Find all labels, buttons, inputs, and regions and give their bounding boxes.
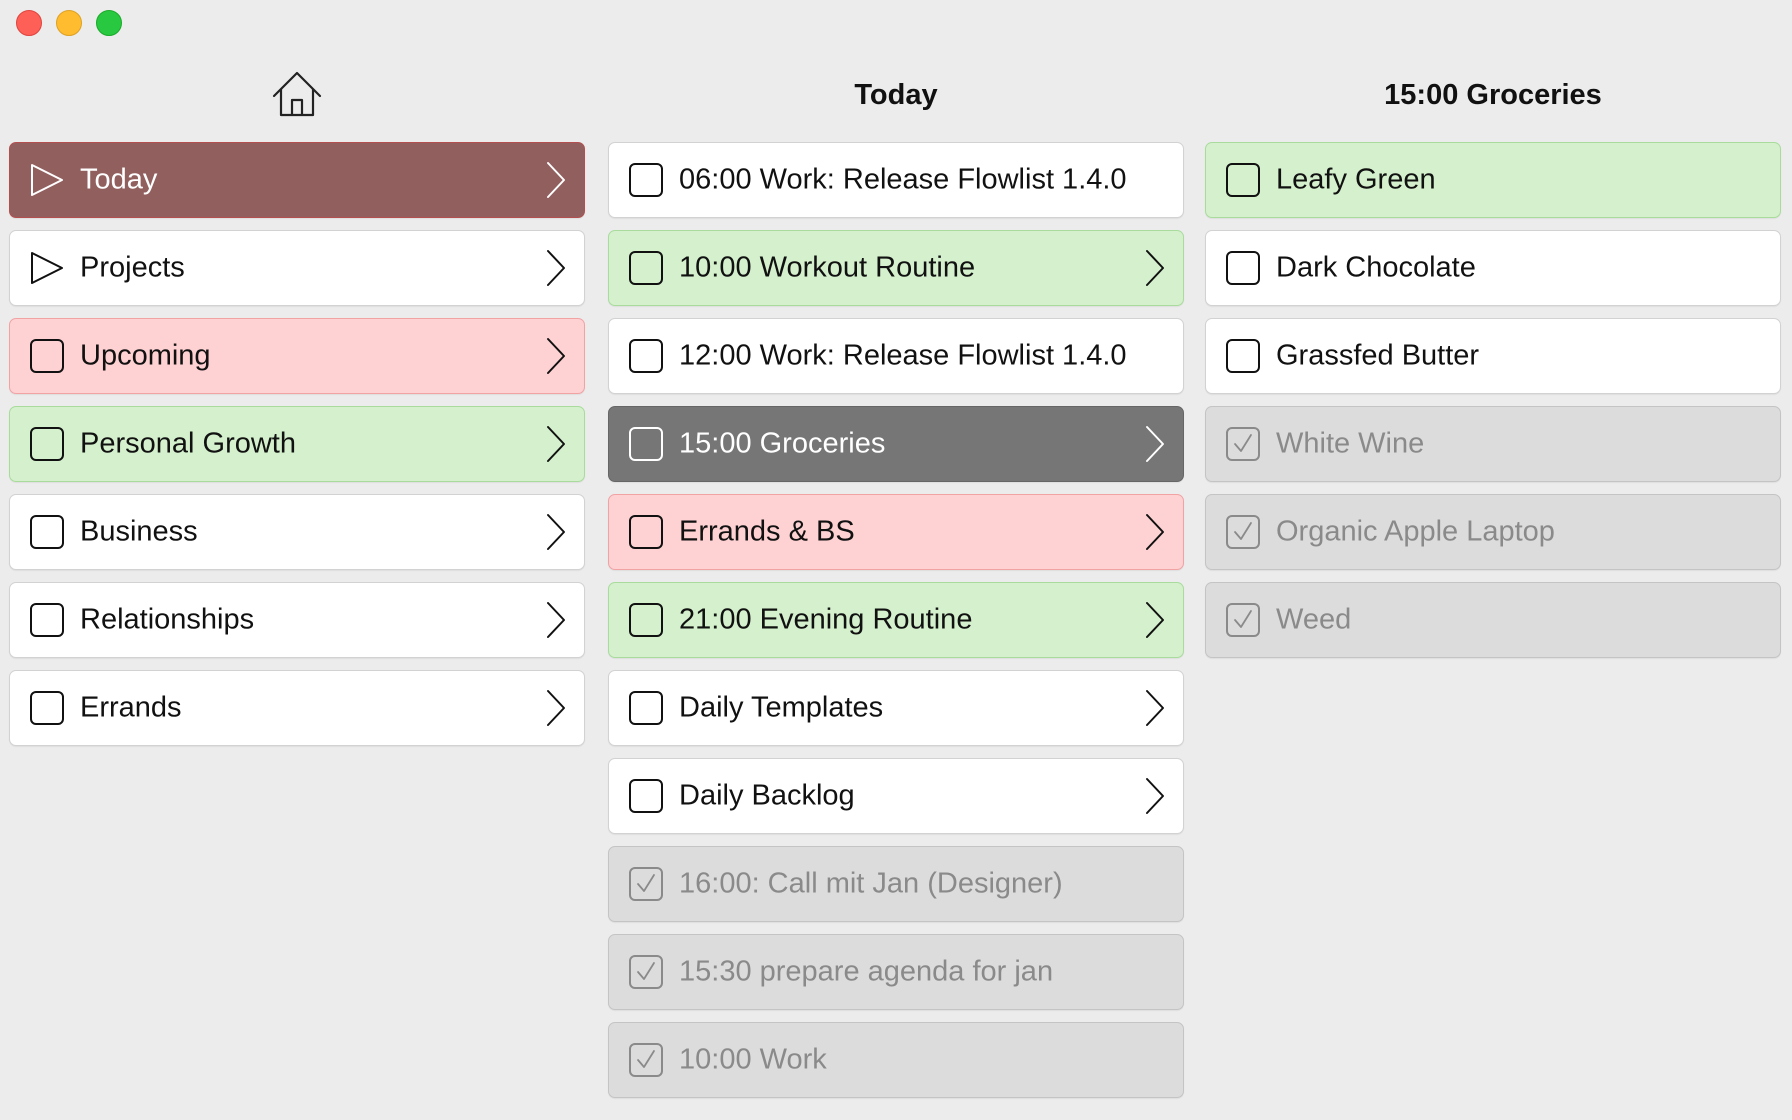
window-controls bbox=[16, 10, 122, 36]
checkbox-icon[interactable] bbox=[1225, 162, 1261, 198]
list-item-label: Projects bbox=[80, 251, 185, 284]
list-item-label: 21:00 Evening Routine bbox=[679, 603, 973, 636]
list-item-label: 10:00 Work bbox=[679, 1043, 827, 1076]
list-item-label: 12:00 Work: Release Flowlist 1.4.0 bbox=[679, 339, 1127, 372]
list-item-label: Daily Backlog bbox=[679, 779, 855, 812]
checkbox-icon[interactable] bbox=[628, 602, 664, 638]
list-item-label: 06:00 Work: Release Flowlist 1.4.0 bbox=[679, 163, 1127, 196]
checked-box-icon[interactable] bbox=[1225, 514, 1261, 550]
checkbox-icon[interactable] bbox=[29, 514, 65, 550]
chevron-right-icon[interactable] bbox=[1143, 248, 1167, 288]
minimize-window-button[interactable] bbox=[56, 10, 82, 36]
list-item-daily-backlog[interactable]: Daily Backlog bbox=[608, 758, 1184, 834]
checkbox-icon[interactable] bbox=[29, 602, 65, 638]
column-title-groceries: 15:00 Groceries bbox=[1384, 78, 1602, 111]
list-item-leafy-green[interactable]: Leafy Green bbox=[1205, 142, 1781, 218]
play-triangle-icon bbox=[31, 252, 63, 284]
list-item-errands-bs[interactable]: Errands & BS bbox=[608, 494, 1184, 570]
list-item-label: Personal Growth bbox=[80, 427, 296, 460]
checkbox-icon[interactable] bbox=[628, 338, 664, 374]
home-list: Today Projects Upcoming Personal Growth Busi… bbox=[9, 142, 585, 758]
checkbox-icon[interactable] bbox=[1225, 338, 1261, 374]
checkbox-icon[interactable] bbox=[628, 426, 664, 462]
list-item-10-00-work[interactable]: 10:00 Work bbox=[608, 1022, 1184, 1098]
checkbox-icon[interactable] bbox=[628, 250, 664, 286]
checkbox-icon[interactable] bbox=[628, 162, 664, 198]
list-item-label: Business bbox=[80, 515, 198, 548]
list-item-relationships[interactable]: Relationships bbox=[9, 582, 585, 658]
list-item-label: 10:00 Workout Routine bbox=[679, 251, 976, 284]
checkbox-icon[interactable] bbox=[1225, 250, 1261, 286]
list-item-21-00-evening-routine[interactable]: 21:00 Evening Routine bbox=[608, 582, 1184, 658]
checked-box-icon[interactable] bbox=[1225, 602, 1261, 638]
list-item-weed[interactable]: Weed bbox=[1205, 582, 1781, 658]
checkbox-icon[interactable] bbox=[628, 778, 664, 814]
list-item-label: Daily Templates bbox=[679, 691, 884, 724]
chevron-right-icon[interactable] bbox=[1143, 512, 1167, 552]
list-item-projects[interactable]: Projects bbox=[9, 230, 585, 306]
list-item-business[interactable]: Business bbox=[9, 494, 585, 570]
list-item-label: White Wine bbox=[1276, 427, 1425, 460]
chevron-right-icon[interactable] bbox=[544, 160, 568, 200]
list-item-06-00-work-release-flowlist-1-4-0[interactable]: 06:00 Work: Release Flowlist 1.4.0 bbox=[608, 142, 1184, 218]
app-window: Today Projects Upcoming Personal Growth Busi… bbox=[0, 0, 1792, 1120]
checked-box-icon[interactable] bbox=[628, 866, 664, 902]
list-item-errands[interactable]: Errands bbox=[9, 670, 585, 746]
checkbox-icon[interactable] bbox=[29, 338, 65, 374]
list-item-15-30-prepare-agenda-for-jan[interactable]: 15:30 prepare agenda for jan bbox=[608, 934, 1184, 1010]
chevron-right-icon[interactable] bbox=[1143, 424, 1167, 464]
home-icon[interactable] bbox=[269, 67, 325, 123]
list-item-10-00-workout-routine[interactable]: 10:00 Workout Routine bbox=[608, 230, 1184, 306]
list-item-today[interactable]: Today bbox=[9, 142, 585, 218]
groceries-list: Leafy Green Dark Chocolate Grassfed Butter… bbox=[1205, 142, 1781, 670]
list-item-label: Errands bbox=[80, 691, 182, 724]
checked-box-icon[interactable] bbox=[628, 954, 664, 990]
checkbox-icon[interactable] bbox=[29, 426, 65, 462]
list-item-daily-templates[interactable]: Daily Templates bbox=[608, 670, 1184, 746]
list-item-label: Grassfed Butter bbox=[1276, 339, 1480, 372]
list-item-15-00-groceries[interactable]: 15:00 Groceries bbox=[608, 406, 1184, 482]
zoom-window-button[interactable] bbox=[96, 10, 122, 36]
list-item-label: 15:30 prepare agenda for jan bbox=[679, 955, 1054, 988]
list-item-16-00-call-mit-jan-designer[interactable]: 16:00: Call mit Jan (Designer) bbox=[608, 846, 1184, 922]
list-item-12-00-work-release-flowlist-1-4-0[interactable]: 12:00 Work: Release Flowlist 1.4.0 bbox=[608, 318, 1184, 394]
chevron-right-icon[interactable] bbox=[544, 424, 568, 464]
checked-box-icon[interactable] bbox=[628, 1042, 664, 1078]
list-item-white-wine[interactable]: White Wine bbox=[1205, 406, 1781, 482]
chevron-right-icon[interactable] bbox=[544, 512, 568, 552]
list-item-organic-apple-laptop[interactable]: Organic Apple Laptop bbox=[1205, 494, 1781, 570]
chevron-right-icon[interactable] bbox=[1143, 688, 1167, 728]
chevron-right-icon[interactable] bbox=[544, 600, 568, 640]
close-window-button[interactable] bbox=[16, 10, 42, 36]
play-triangle-icon bbox=[31, 164, 63, 196]
list-item-label: Errands & BS bbox=[679, 515, 855, 548]
checked-box-icon[interactable] bbox=[1225, 426, 1261, 462]
chevron-right-icon[interactable] bbox=[544, 688, 568, 728]
list-item-label: Weed bbox=[1276, 603, 1352, 636]
list-item-label: Organic Apple Laptop bbox=[1276, 515, 1555, 548]
list-item-personal-growth[interactable]: Personal Growth bbox=[9, 406, 585, 482]
list-item-label: 15:00 Groceries bbox=[679, 427, 886, 460]
checkbox-icon[interactable] bbox=[29, 690, 65, 726]
chevron-right-icon[interactable] bbox=[1143, 776, 1167, 816]
chevron-right-icon[interactable] bbox=[1143, 600, 1167, 640]
list-item-dark-chocolate[interactable]: Dark Chocolate bbox=[1205, 230, 1781, 306]
list-item-label: Today bbox=[80, 163, 158, 196]
list-item-label: Leafy Green bbox=[1276, 163, 1436, 196]
checkbox-icon[interactable] bbox=[628, 514, 664, 550]
list-item-label: 16:00: Call mit Jan (Designer) bbox=[679, 867, 1063, 900]
chevron-right-icon[interactable] bbox=[544, 336, 568, 376]
column-title-today: Today bbox=[854, 78, 938, 111]
list-item-label: Upcoming bbox=[80, 339, 211, 372]
column-home-header bbox=[9, 60, 585, 130]
list-item-grassfed-butter[interactable]: Grassfed Butter bbox=[1205, 318, 1781, 394]
chevron-right-icon[interactable] bbox=[544, 248, 568, 288]
checkbox-icon[interactable] bbox=[628, 690, 664, 726]
today-list: 06:00 Work: Release Flowlist 1.4.0 10:00 … bbox=[608, 142, 1184, 1110]
list-item-label: Relationships bbox=[80, 603, 255, 636]
list-item-upcoming[interactable]: Upcoming bbox=[9, 318, 585, 394]
list-item-label: Dark Chocolate bbox=[1276, 251, 1476, 284]
